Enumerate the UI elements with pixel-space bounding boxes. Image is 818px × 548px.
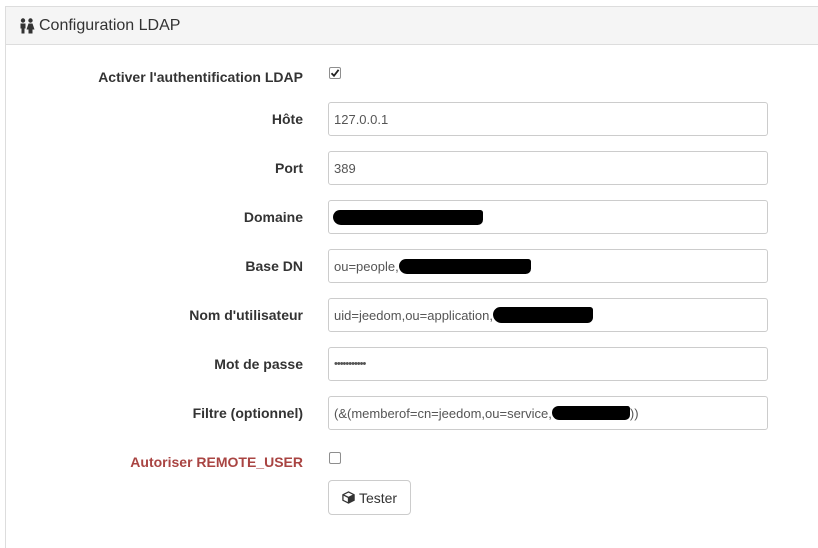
row-username: Nom d'utilisateur uid=jeedom,ou=applicat… [0, 298, 818, 332]
row-base-dn: Base DN ou=people, [0, 249, 818, 283]
test-button-label: Tester [358, 489, 398, 506]
panel-title: Configuration LDAP [39, 16, 181, 34]
username-value: uid=jeedom,ou=application, [334, 307, 494, 323]
username-label: Nom d'utilisateur [189, 307, 303, 323]
host-label: Hôte [271, 111, 303, 127]
filter-label: Filtre (optionnel) [192, 405, 303, 421]
row-domain: Domaine [0, 200, 818, 234]
filter-value-suffix: )) [629, 405, 639, 421]
base-dn-label: Base DN [245, 258, 303, 274]
redaction-mark [333, 209, 483, 225]
enable-ldap-checkbox[interactable] [329, 67, 341, 79]
remote-user-checkbox[interactable] [329, 452, 341, 464]
host-input[interactable]: 127.0.0.1 [328, 102, 768, 136]
users-icon [19, 17, 35, 34]
enable-ldap-label: Activer l'authentification LDAP [98, 69, 303, 85]
password-label: Mot de passe [214, 356, 303, 372]
check-icon [330, 69, 340, 78]
redaction-mark [551, 406, 630, 420]
row-enable-ldap: Activer l'authentification LDAP [0, 60, 818, 94]
domain-label: Domaine [243, 209, 303, 225]
cube-icon [342, 491, 355, 504]
redaction-mark [398, 258, 531, 274]
panel-heading: Configuration LDAP [6, 7, 818, 45]
port-label: Port [275, 160, 303, 176]
row-port: Port 389 [0, 151, 818, 185]
row-remote-user: Autoriser REMOTE_USER [0, 445, 818, 479]
password-value: ••••••••••• [334, 358, 366, 370]
row-password: Mot de passe ••••••••••• [0, 347, 818, 381]
filter-value-prefix: (&(memberof=cn=jeedom,ou=service, [334, 405, 552, 421]
redaction-mark [493, 307, 594, 323]
remote-user-label: Autoriser REMOTE_USER [130, 454, 303, 470]
test-button[interactable]: Tester [328, 480, 411, 515]
filter-input[interactable]: (&(memberof=cn=jeedom,ou=service, )) [328, 396, 768, 430]
row-host: Hôte 127.0.0.1 [0, 102, 818, 136]
password-input[interactable]: ••••••••••• [328, 347, 768, 381]
base-dn-value: ou=people, [334, 258, 399, 274]
row-filter: Filtre (optionnel) (&(memberof=cn=jeedom… [0, 396, 818, 430]
username-input[interactable]: uid=jeedom,ou=application, [328, 298, 768, 332]
host-value: 127.0.0.1 [334, 111, 389, 127]
base-dn-input[interactable]: ou=people, [328, 249, 768, 283]
port-input[interactable]: 389 [328, 151, 768, 185]
domain-input[interactable] [328, 200, 768, 234]
port-value: 389 [334, 160, 356, 176]
